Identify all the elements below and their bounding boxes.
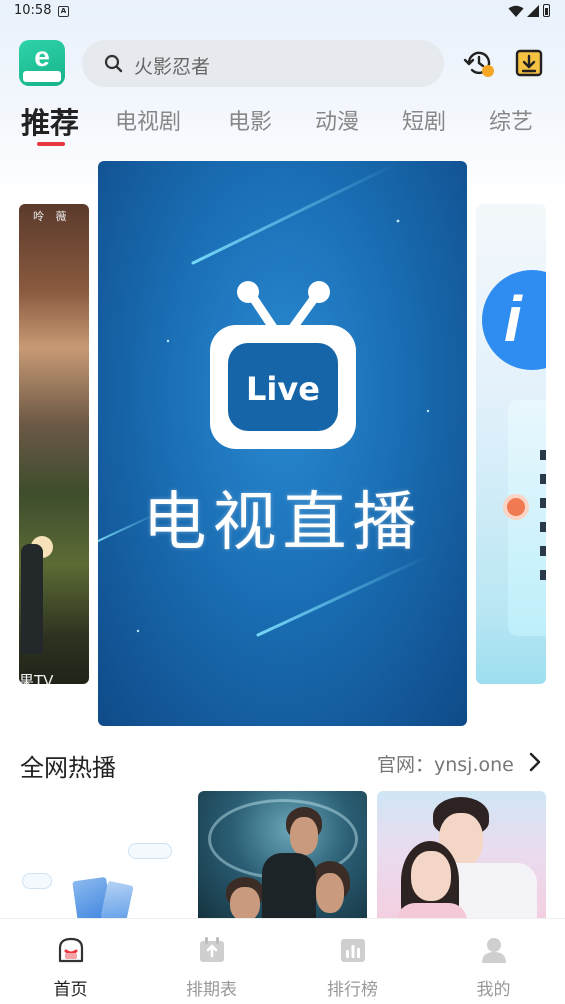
live-tv-icon: Live: [210, 281, 356, 449]
tab-variety[interactable]: 综艺: [489, 104, 533, 136]
nav-label-home: 首页: [53, 980, 88, 1000]
battery-icon: [543, 4, 550, 17]
bottom-navigation: 首页 排期表 排行榜 我的: [0, 918, 565, 1004]
carousel-banner-left[interactable]: 呤 薇 果TV: [19, 204, 89, 684]
app-logo[interactable]: e: [19, 40, 65, 86]
notification-icon: A: [58, 6, 69, 17]
search-icon: [104, 54, 123, 73]
tab-anime[interactable]: 动漫: [315, 104, 359, 136]
schedule-icon: [200, 937, 224, 962]
tab-short-drama[interactable]: 短剧: [402, 104, 446, 136]
nav-label-schedule: 排期表: [186, 980, 237, 1000]
tab-movies[interactable]: 电影: [228, 104, 272, 136]
cloud-decoration: [22, 873, 52, 889]
poster-face: [230, 887, 260, 921]
ranking-icon: [341, 939, 365, 962]
nav-label-profile: 我的: [476, 980, 511, 1000]
tab-active-indicator: [37, 142, 65, 146]
profile-icon: [482, 938, 506, 963]
carousel-banner-live-tv[interactable]: Live 电视直播: [98, 161, 467, 726]
search-placeholder: 火影忍者: [134, 56, 211, 78]
cloud-decoration: [128, 843, 172, 859]
poster-card-placeholder[interactable]: [20, 791, 183, 921]
category-tabs: 推荐 电视剧 电影 动漫 短剧 综艺: [0, 98, 565, 150]
banner-right-orange-dot: [503, 494, 529, 520]
section-title: 全网热播: [20, 754, 116, 782]
download-icon[interactable]: [513, 47, 545, 79]
tab-recommend[interactable]: 推荐: [21, 100, 79, 142]
nav-item-home[interactable]: 首页: [0, 919, 141, 1004]
banner-left-brand: 果TV: [19, 672, 54, 684]
poster-card-romance[interactable]: [377, 791, 546, 921]
poster-face: [290, 817, 318, 855]
poster-body: [262, 853, 316, 921]
history-clock-icon[interactable]: [463, 47, 495, 79]
search-input[interactable]: 火影忍者: [82, 40, 444, 87]
carousel-banner-right[interactable]: i: [476, 204, 546, 684]
poster-face: [411, 851, 451, 901]
home-icon: [58, 937, 84, 963]
tab-tv-series[interactable]: 电视剧: [115, 104, 181, 136]
wifi-icon: [508, 5, 524, 17]
status-time: 10:58: [14, 3, 52, 18]
banner-title: 电视直播: [142, 486, 423, 560]
nav-item-schedule[interactable]: 排期表: [141, 919, 282, 1004]
banner-left-figure: [21, 544, 43, 654]
logo-e-icon: e: [34, 41, 50, 72]
official-site-link[interactable]: 官网：ynsj.one: [377, 750, 514, 777]
chevron-right-icon[interactable]: [528, 752, 542, 772]
nav-item-profile[interactable]: 我的: [423, 919, 564, 1004]
nav-label-ranking: 排行榜: [327, 980, 378, 1000]
live-badge-text: Live: [246, 370, 320, 408]
signal-icon: [527, 5, 539, 17]
banner-left-top-text: 呤 薇: [33, 210, 71, 223]
banner-right-logo-glyph: i: [504, 283, 522, 355]
poster-card-drama[interactable]: [198, 791, 367, 921]
nav-item-ranking[interactable]: 排行榜: [282, 919, 423, 1004]
status-bar: 10:58 A: [0, 0, 565, 26]
logo-strip: [23, 71, 61, 82]
banner-right-text-lines: [540, 450, 546, 580]
poster-face: [316, 873, 344, 913]
